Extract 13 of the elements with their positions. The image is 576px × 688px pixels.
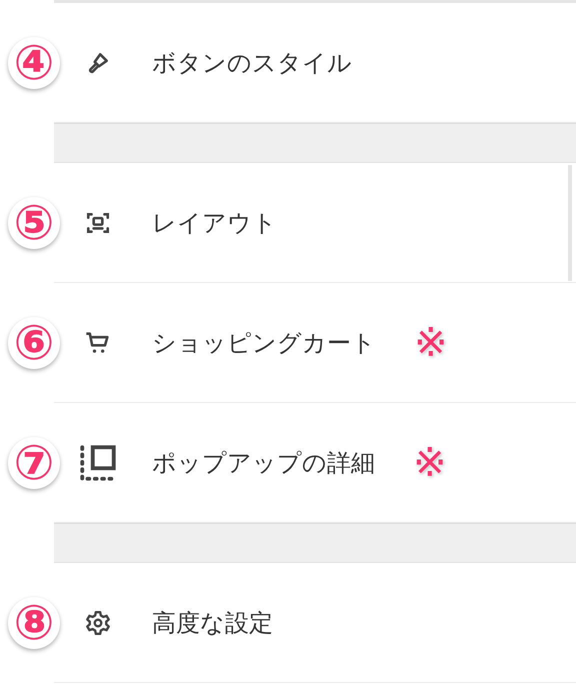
step-number-badge: ⑦ (8, 437, 60, 489)
note-mark: ※ (413, 442, 447, 482)
step-number-badge: ⑧ (8, 597, 60, 649)
step-number-badge: ⑤ (8, 197, 60, 249)
step-number-badge: ⑥ (8, 317, 60, 369)
step-number-badge: ④ (8, 37, 60, 89)
menu-item-label[interactable]: ショッピングカート (152, 326, 376, 358)
settings-icon (85, 610, 111, 636)
menu-item-label[interactable]: 高度な設定 (152, 606, 273, 638)
menu-item-label[interactable]: ボタンのスタイル (152, 46, 352, 78)
menu-item-label[interactable]: レイアウト (152, 206, 277, 238)
note-mark: ※ (414, 322, 448, 362)
menu-item-label[interactable]: ポップアップの詳細 (152, 446, 375, 478)
